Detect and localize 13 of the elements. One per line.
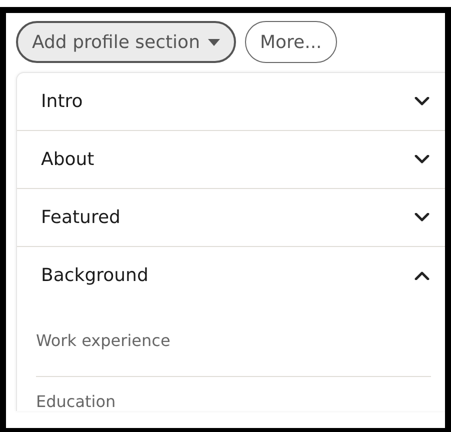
chevron-down-icon	[414, 155, 430, 164]
section-header[interactable]: Background	[17, 247, 445, 304]
chevron-down-icon	[414, 213, 430, 222]
menu-item[interactable]: Education	[36, 377, 431, 411]
section-header[interactable]: Intro	[17, 73, 445, 130]
section-header[interactable]: About	[17, 131, 445, 188]
section-header[interactable]: Featured	[17, 189, 445, 246]
more-button[interactable]: More...	[244, 21, 337, 63]
dropdown-button[interactable]: Add profile section	[16, 21, 236, 63]
menu-item[interactable]: Work experience	[36, 304, 431, 377]
caret-icon	[208, 38, 220, 46]
chevron-up-icon	[414, 271, 430, 280]
chevron-down-icon	[414, 97, 430, 106]
